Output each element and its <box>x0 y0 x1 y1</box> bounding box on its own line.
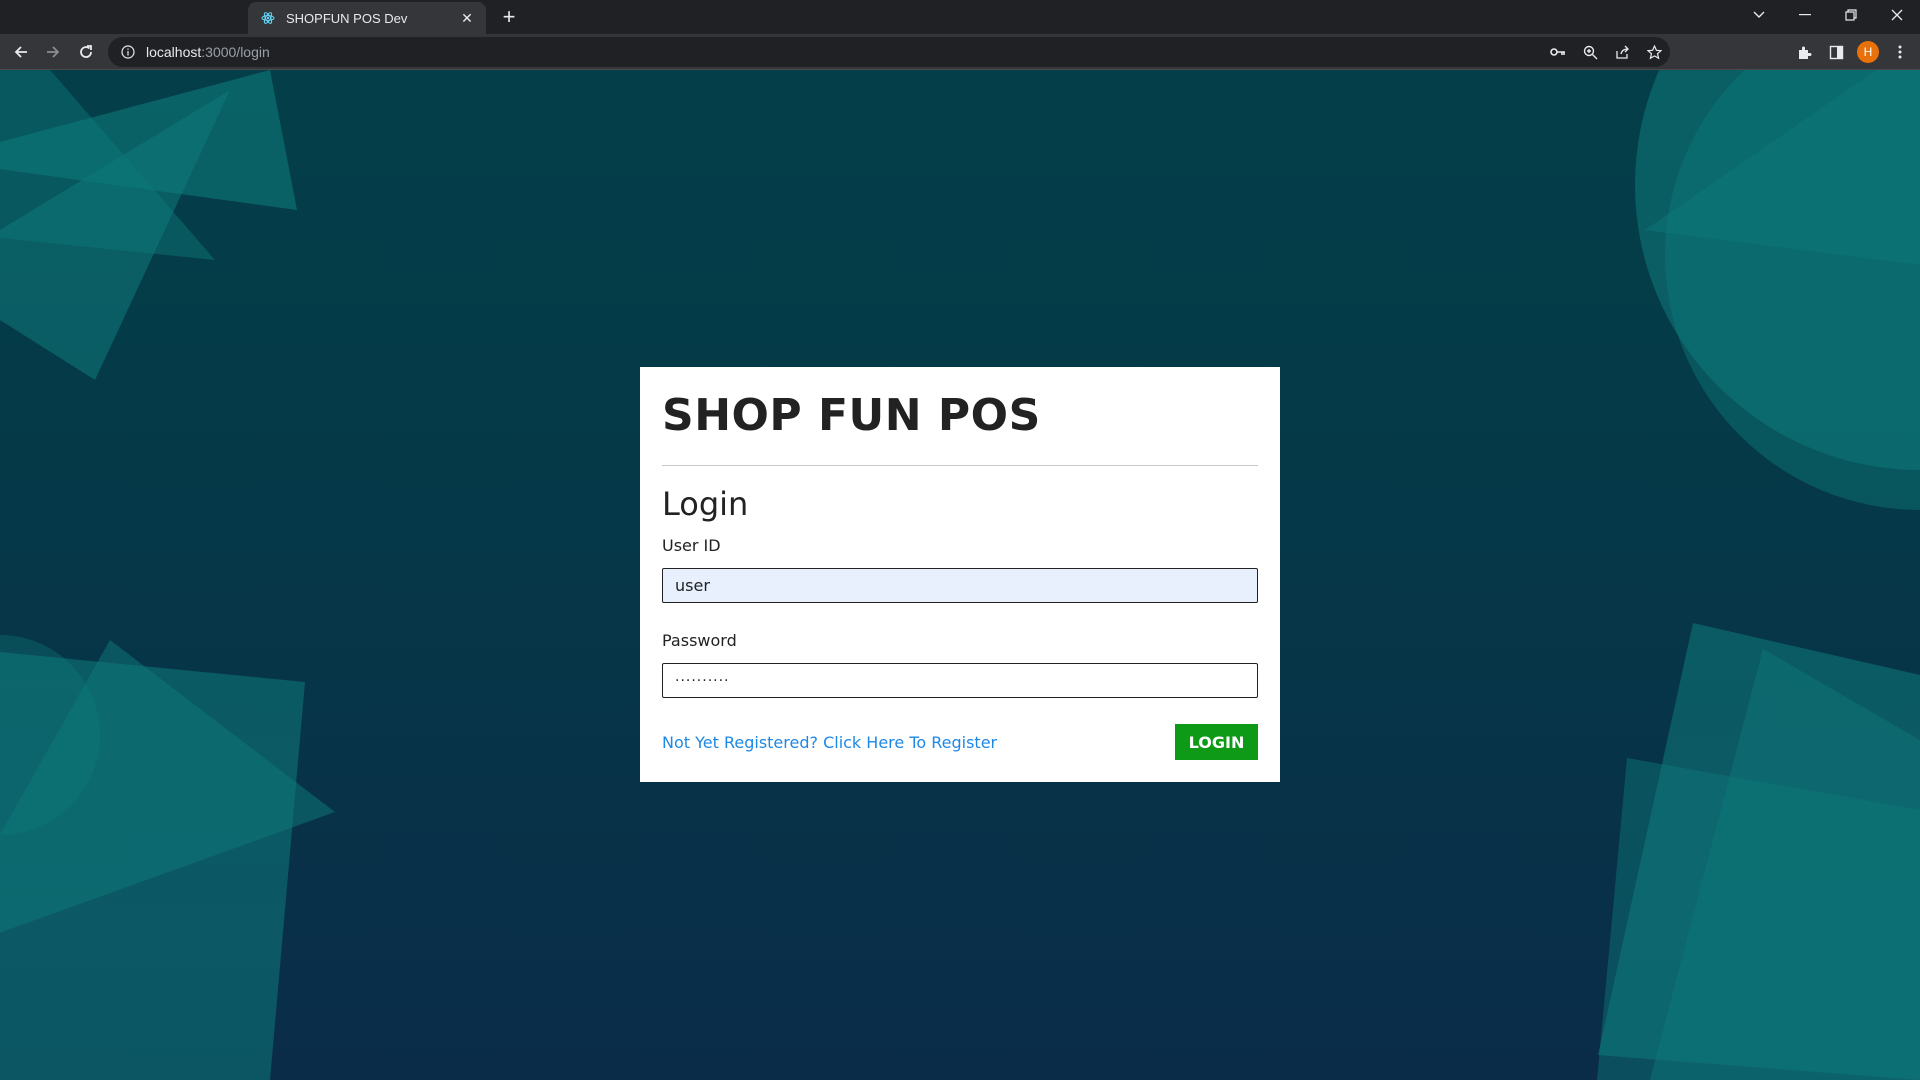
bookmark-star-icon[interactable] <box>1638 37 1670 67</box>
password-input[interactable]: ·········· <box>662 663 1258 698</box>
brand-title: SHOP FUN POS <box>662 390 1041 441</box>
close-window-icon[interactable] <box>1874 0 1920 30</box>
address-bar[interactable]: localhost:3000/login <box>108 37 1670 67</box>
register-link[interactable]: Not Yet Registered? Click Here To Regist… <box>662 733 997 752</box>
tab-title: SHOPFUN POS Dev <box>286 10 408 26</box>
url-host: localhost <box>146 44 202 60</box>
site-info-icon[interactable] <box>120 44 136 60</box>
zoom-icon[interactable] <box>1574 37 1606 67</box>
login-button[interactable]: LOGIN <box>1175 724 1258 760</box>
browser-tab[interactable]: SHOPFUN POS Dev ✕ <box>248 2 486 34</box>
user-id-label: User ID <box>662 536 721 555</box>
login-page: SHOP FUN POS Login User ID user Password… <box>0 70 1920 1080</box>
divider <box>662 465 1258 466</box>
more-menu-icon[interactable] <box>1888 40 1912 64</box>
restore-icon[interactable] <box>1828 0 1874 30</box>
forward-icon[interactable] <box>41 40 65 64</box>
login-card: SHOP FUN POS Login User ID user Password… <box>640 367 1280 782</box>
minimize-icon[interactable] <box>1782 0 1828 30</box>
profile-initial: H <box>1857 41 1879 63</box>
react-icon <box>260 10 276 26</box>
side-panel-icon[interactable] <box>1824 40 1848 64</box>
url-path: :3000/login <box>201 44 270 60</box>
extensions-icon[interactable] <box>1792 40 1816 64</box>
key-icon[interactable] <box>1542 37 1574 67</box>
user-id-input[interactable]: user <box>662 568 1258 603</box>
tab-search-icon[interactable] <box>1736 0 1782 30</box>
login-heading: Login <box>662 485 749 523</box>
user-id-value: user <box>675 576 710 595</box>
window-controls <box>1736 0 1920 30</box>
new-tab-button[interactable]: + <box>498 6 520 28</box>
browser-toolbar: localhost:3000/login H <box>0 34 1920 70</box>
password-value: ·········· <box>675 672 730 689</box>
back-icon[interactable] <box>9 40 33 64</box>
password-label: Password <box>662 631 737 650</box>
tab-strip: SHOPFUN POS Dev ✕ + <box>0 0 1920 34</box>
close-tab-icon[interactable]: ✕ <box>458 9 476 27</box>
reload-icon[interactable] <box>74 40 98 64</box>
profile-avatar[interactable]: H <box>1856 40 1880 64</box>
share-icon[interactable] <box>1606 37 1638 67</box>
